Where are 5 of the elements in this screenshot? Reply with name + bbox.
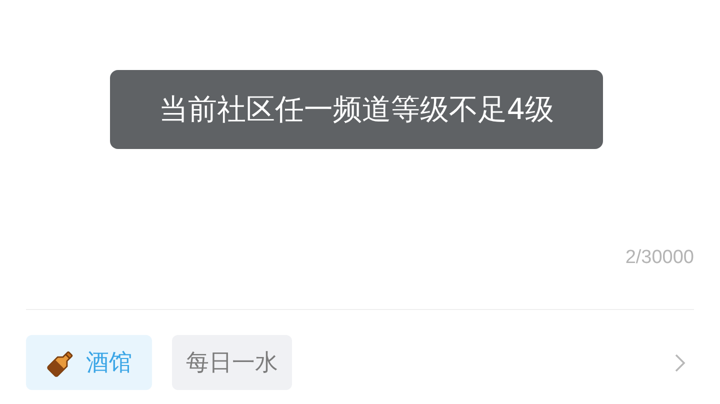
channel-tag[interactable]: 酒馆 xyxy=(26,335,152,390)
channel-tag[interactable]: 每日一水 xyxy=(172,335,292,390)
chevron-right-icon[interactable] xyxy=(674,352,686,372)
toast: 当前社区任一频道等级不足4级 xyxy=(110,70,603,149)
character-counter: 2/30000 xyxy=(625,247,694,269)
